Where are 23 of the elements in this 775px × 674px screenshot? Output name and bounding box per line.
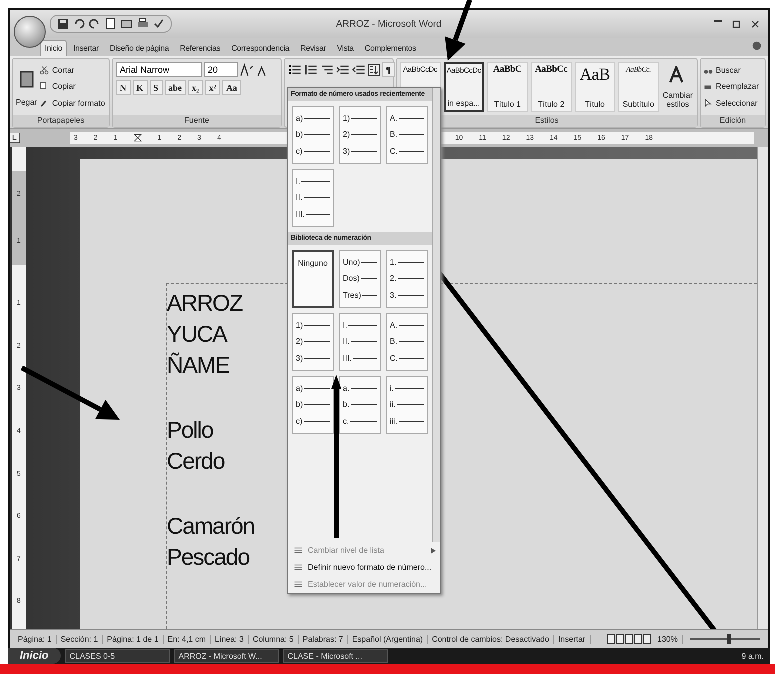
- status-item: Control de cambios: Desactivado: [428, 634, 554, 644]
- status-item: Sección: 1: [56, 634, 104, 644]
- document-text: Camarón: [167, 512, 255, 541]
- status-item: Español (Argentina): [348, 634, 428, 644]
- document-text: Cerdo: [167, 447, 225, 476]
- status-item: Página: 1: [14, 634, 57, 644]
- document-text: ARROZ: [167, 289, 242, 318]
- status-item: Columna: 5: [248, 634, 299, 644]
- group-label: Edición: [701, 115, 765, 127]
- group-label: Portapapeles: [13, 115, 109, 127]
- document-text: ÑAME: [167, 351, 230, 380]
- status-item: Página: 1 de 1: [103, 634, 164, 644]
- status-item: Insertar: [554, 634, 591, 644]
- group-label: Fuente: [113, 115, 281, 127]
- status-item: Palabras: 7: [298, 634, 348, 644]
- zoom-percent: 130%: [654, 634, 683, 644]
- window-title: ARROZ - Microsoft Word: [335, 18, 443, 30]
- document-text: Pollo: [167, 416, 214, 445]
- status-item: En: 4,1 cm: [164, 634, 212, 644]
- status-item: Línea: 3: [211, 634, 249, 644]
- clock: 9 a.m.: [742, 652, 765, 660]
- document-text: YUCA: [167, 320, 227, 349]
- document-text: Pescado: [167, 543, 250, 572]
